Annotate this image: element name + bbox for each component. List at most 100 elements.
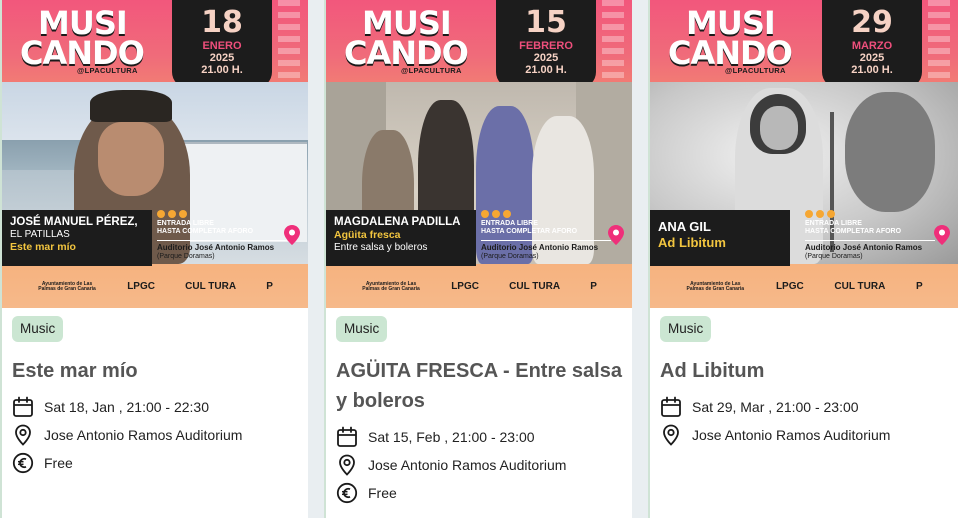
poster-artist-box: MAGDALENA PADILLA Agüita fresca Entre sa… bbox=[326, 210, 476, 266]
event-card[interactable]: 18 ENERO 2025 21.00 H. MUSI CANDO @LPACU… bbox=[0, 0, 308, 518]
poster-month: FEBRERO bbox=[519, 40, 573, 52]
poster-year: 2025 bbox=[533, 52, 559, 64]
poster-social-icons bbox=[481, 210, 611, 218]
location-pin-icon bbox=[339, 454, 355, 476]
category-tag[interactable]: Music bbox=[12, 316, 64, 342]
poster-day: 18 bbox=[201, 5, 243, 40]
poster-artist-name: ANA GIL bbox=[658, 219, 711, 234]
poster-stripes bbox=[928, 0, 950, 88]
poster-month: MARZO bbox=[851, 40, 893, 52]
poster-show-title: Este mar mío bbox=[10, 241, 76, 254]
poster-stripes bbox=[278, 0, 300, 88]
poster-sponsors: Ayuntamiento de Las Palmas de Gran Canar… bbox=[326, 266, 632, 308]
event-price-row: Free bbox=[12, 452, 298, 474]
poster-venue-sub: (Parque Doramas) bbox=[481, 252, 539, 260]
event-date: Sat 15, Feb , 21:00 - 23:00 bbox=[368, 428, 535, 445]
poster-date-box: 18 ENERO 2025 21.00 H. bbox=[172, 0, 272, 88]
event-date: Sat 29, Mar , 21:00 - 23:00 bbox=[692, 398, 859, 415]
poster-info: ENTRADA LIBRE HASTA COMPLETAR AFORO Audi… bbox=[157, 210, 287, 261]
poster-hour: 21.00 H. bbox=[851, 64, 893, 76]
poster-social-icons bbox=[157, 210, 287, 218]
event-title[interactable]: Ad Libitum bbox=[660, 356, 948, 386]
poster-handle: @LPACULTURA bbox=[725, 66, 786, 75]
poster-year: 2025 bbox=[859, 52, 885, 64]
event-card[interactable]: 15 FEBRERO 2025 21.00 H. MUSI CANDO @LPA… bbox=[324, 0, 632, 518]
calendar-icon bbox=[661, 396, 681, 417]
event-place: Jose Antonio Ramos Auditorium bbox=[44, 426, 243, 443]
euro-icon bbox=[12, 452, 34, 473]
sponsor-logo: Ayuntamiento de Las Palmas de Gran Canar… bbox=[686, 280, 745, 292]
poster-hour: 21.00 H. bbox=[525, 64, 567, 76]
poster-handle: @LPACULTURA bbox=[77, 66, 138, 75]
poster-date-box: 29 MARZO 2025 21.00 H. bbox=[822, 0, 922, 88]
poster-venue-sub: (Parque Doramas) bbox=[805, 252, 863, 260]
poster-logo-line2: CANDO bbox=[20, 34, 145, 73]
event-date-row: Sat 15, Feb , 21:00 - 23:00 bbox=[336, 426, 622, 448]
poster-show-title: Agüita fresca bbox=[334, 229, 401, 242]
location-pin-icon bbox=[663, 424, 679, 446]
event-price: Free bbox=[368, 484, 397, 501]
event-place-row: Jose Antonio Ramos Auditorium bbox=[336, 454, 622, 476]
poster-entry-line2: HASTA COMPLETAR AFORO bbox=[157, 228, 254, 236]
poster-date-box: 15 FEBRERO 2025 21.00 H. bbox=[496, 0, 596, 88]
event-place: Jose Antonio Ramos Auditorium bbox=[368, 456, 567, 473]
event-poster-image[interactable]: 15 FEBRERO 2025 21.00 H. MUSI CANDO @LPA… bbox=[326, 0, 632, 308]
event-price-row: Free bbox=[336, 482, 622, 504]
poster-logo-line2: CANDO bbox=[668, 34, 793, 73]
poster-artist-box: JOSÉ MANUEL PÉREZ, EL PATILLAS Este mar … bbox=[2, 210, 152, 266]
event-card-body: Music Ad Libitum Sat 29, Mar , 21:00 - 2… bbox=[650, 308, 958, 446]
event-date: Sat 18, Jan , 21:00 - 22:30 bbox=[44, 398, 210, 415]
event-place-row: Jose Antonio Ramos Auditorium bbox=[660, 424, 948, 446]
poster-handle: @LPACULTURA bbox=[401, 66, 462, 75]
poster-show-subtitle: Entre salsa y boleros bbox=[334, 241, 428, 253]
poster-venue: Auditorio José Antonio Ramos bbox=[481, 240, 611, 253]
poster-entry-line1: ENTRADA LIBRE bbox=[481, 220, 538, 227]
poster-stripes bbox=[602, 0, 624, 88]
poster-artist-box: ANA GIL Ad Libitum bbox=[650, 210, 790, 266]
sponsor-logo: Ayuntamiento de Las Palmas de Gran Canar… bbox=[362, 280, 420, 292]
poster-entry-line1: ENTRADA LIBRE bbox=[805, 220, 862, 227]
event-details: Sat 15, Feb , 21:00 - 23:00 Jose Antonio… bbox=[336, 426, 622, 504]
sponsor-logo: LPGC bbox=[127, 280, 155, 292]
poster-logo-line2: CANDO bbox=[344, 34, 469, 73]
calendar-icon bbox=[13, 396, 33, 417]
event-card[interactable]: 29 MARZO 2025 21.00 H. MUSI CANDO @LPACU… bbox=[648, 0, 958, 518]
poster-social-icons bbox=[805, 210, 935, 218]
poster-day: 29 bbox=[851, 5, 893, 40]
category-tag[interactable]: Music bbox=[336, 316, 388, 342]
poster-year: 2025 bbox=[209, 52, 235, 64]
event-card-body: Music AGÜITA FRESCA - Entre salsa y bole… bbox=[326, 308, 632, 504]
poster-entry-line2: HASTA COMPLETAR AFORO bbox=[805, 228, 902, 236]
poster-artist-name: MAGDALENA PADILLA bbox=[334, 216, 461, 228]
poster-logo: MUSI CANDO bbox=[20, 7, 145, 73]
event-title[interactable]: AGÜITA FRESCA - Entre salsa y boleros bbox=[336, 356, 622, 416]
sponsor-logo: P bbox=[266, 280, 273, 292]
calendar-icon bbox=[337, 426, 357, 447]
event-poster-image[interactable]: 29 MARZO 2025 21.00 H. MUSI CANDO @LPACU… bbox=[650, 0, 958, 308]
event-place: Jose Antonio Ramos Auditorium bbox=[692, 426, 891, 443]
sponsor-logo: CUL TURA bbox=[834, 280, 886, 292]
poster-info: ENTRADA LIBRE HASTA COMPLETAR AFORO Audi… bbox=[805, 210, 935, 261]
event-date-row: Sat 18, Jan , 21:00 - 22:30 bbox=[12, 396, 298, 418]
location-pin-icon bbox=[608, 225, 624, 245]
event-title[interactable]: Este mar mío bbox=[12, 356, 298, 386]
location-pin-icon bbox=[15, 424, 31, 446]
sponsor-logo: LPGC bbox=[451, 280, 479, 292]
sponsor-logo: LPGC bbox=[775, 280, 804, 292]
sponsor-logo: CUL TURA bbox=[185, 280, 237, 292]
event-details: Sat 18, Jan , 21:00 - 22:30 Jose Antonio… bbox=[12, 396, 298, 474]
poster-sponsors: Ayuntamiento de Las Palmas de Gran Canar… bbox=[2, 266, 308, 308]
category-tag[interactable]: Music bbox=[660, 316, 712, 342]
sponsor-logo: P bbox=[915, 280, 923, 292]
poster-logo: MUSI CANDO bbox=[344, 7, 469, 73]
poster-sponsors: Ayuntamiento de Las Palmas de Gran Canar… bbox=[650, 266, 958, 308]
poster-entry-line2: HASTA COMPLETAR AFORO bbox=[481, 228, 578, 236]
event-place-row: Jose Antonio Ramos Auditorium bbox=[12, 424, 298, 446]
poster-show-title: Ad Libitum bbox=[658, 234, 726, 250]
event-poster-image[interactable]: 18 ENERO 2025 21.00 H. MUSI CANDO @LPACU… bbox=[2, 0, 308, 308]
sponsor-logo: P bbox=[590, 280, 597, 292]
poster-hour: 21.00 H. bbox=[201, 64, 243, 76]
euro-icon bbox=[336, 482, 358, 503]
poster-day: 15 bbox=[525, 5, 567, 40]
poster-month: ENERO bbox=[202, 40, 242, 52]
